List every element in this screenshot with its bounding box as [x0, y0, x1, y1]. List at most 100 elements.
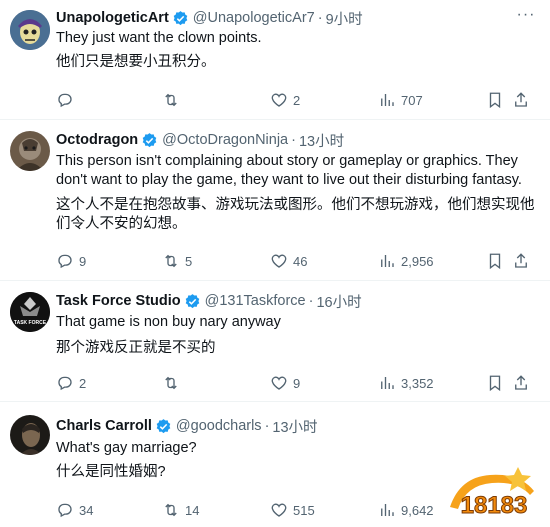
view-count: 3,352 [401, 375, 434, 391]
retweet-count: 14 [185, 502, 200, 518]
reply-count: 9 [79, 253, 87, 269]
author-name[interactable]: Charls Carroll [56, 418, 152, 434]
bookmark-button[interactable] [486, 371, 504, 395]
like-count: 9 [293, 375, 301, 391]
reply-icon [58, 503, 72, 518]
retweet-button[interactable] [162, 371, 185, 395]
author-name[interactable]: Task Force Studio [56, 293, 181, 309]
author-handle[interactable]: @UnapologeticAr7 [193, 10, 315, 26]
taskforce-avatar-icon: TASK FORCE [10, 292, 50, 332]
retweet-icon [165, 376, 177, 390]
tweet-text: This person isn't complaining about stor… [56, 153, 522, 188]
author-name[interactable]: UnapologeticArt [56, 10, 169, 26]
like-icon [271, 254, 287, 268]
retweet-button[interactable] [162, 88, 185, 112]
skeletor-avatar-icon [10, 10, 50, 50]
like-button[interactable]: 2 [270, 88, 300, 112]
tweet-translation: 那个游戏反正就是不买的 [56, 340, 216, 356]
action-bar: 2 707 [48, 88, 527, 112]
like-button[interactable]: 515 [270, 498, 315, 522]
retweet-button[interactable]: 5 [162, 249, 192, 273]
views-icon [381, 504, 394, 516]
reply-icon [58, 376, 72, 391]
retweet-icon [165, 254, 177, 268]
views-button[interactable]: 3,352 [378, 371, 434, 395]
timestamp[interactable]: 9小时 [326, 8, 363, 29]
retweet-icon [165, 503, 177, 517]
octodragon-avatar-icon [10, 131, 50, 171]
avatar[interactable]: TASK FORCE [10, 292, 50, 332]
bookmark-button[interactable] [486, 88, 504, 112]
like-icon [271, 376, 287, 390]
avatar[interactable] [10, 415, 50, 455]
share-icon [515, 375, 527, 390]
author-handle[interactable]: @OctoDragonNinja [162, 132, 288, 148]
tweet-text: They just want the clown points. [56, 30, 262, 46]
tweet-translation: 他们只是想要小丑积分。 [56, 54, 216, 70]
charls-avatar-icon [10, 415, 50, 455]
verified-icon [173, 10, 188, 25]
like-button[interactable]: 9 [270, 371, 300, 395]
avatar[interactable] [10, 131, 50, 171]
views-icon [381, 94, 394, 106]
watermark-text: 18183 [461, 492, 528, 519]
like-icon [271, 503, 287, 517]
reply-button[interactable]: 9 [56, 249, 86, 273]
tweet-header: Octodragon @OctoDragonNinja · 13小时 [56, 130, 344, 150]
taskforce-avatar-label: TASK FORCE [14, 320, 47, 326]
share-button[interactable] [512, 371, 530, 395]
timestamp[interactable]: 13小时 [272, 416, 317, 437]
reply-icon [58, 254, 72, 269]
timestamp[interactable]: 16小时 [316, 291, 361, 312]
retweet-button[interactable]: 14 [162, 498, 199, 522]
bookmark-button[interactable] [486, 249, 504, 273]
view-count: 9,642 [401, 502, 434, 518]
share-icon [515, 92, 527, 107]
verified-icon [142, 132, 157, 147]
reply-count: 2 [79, 375, 87, 391]
like-count: 515 [293, 502, 315, 518]
tweet-octodragon[interactable]: Octodragon @OctoDragonNinja · 13小时 This … [0, 121, 550, 281]
action-bar: 2 9 3,352 [48, 371, 527, 395]
separator-dot: · [317, 10, 323, 26]
tweet-header: UnapologeticArt @UnapologeticAr7 · 9小时 [56, 8, 363, 28]
reply-count: 34 [79, 502, 94, 518]
share-button[interactable] [512, 88, 530, 112]
tweet-header: Charls Carroll @goodcharls · 13小时 [56, 416, 318, 436]
more-icon[interactable]: ··· [516, 7, 536, 28]
tweet-unapologeticart[interactable]: UnapologeticArt @UnapologeticAr7 · 9小时 ·… [0, 0, 550, 120]
reply-button[interactable]: 34 [56, 498, 93, 522]
watermark-logo: 18183 [450, 467, 534, 520]
bookmark-icon [489, 375, 501, 392]
like-icon [271, 93, 287, 107]
separator-dot: · [291, 132, 296, 148]
share-icon [515, 253, 527, 268]
retweet-count: 5 [185, 253, 193, 269]
like-count: 2 [293, 92, 301, 108]
like-button[interactable]: 46 [270, 249, 307, 273]
action-bar: 9 5 46 2,956 [48, 249, 527, 273]
tweet-translation: 这个人不是在抱怨故事、游戏玩法或图形。他们不想玩游戏，他们想实现他们令人不安的幻… [56, 197, 535, 232]
retweet-icon [165, 93, 177, 107]
view-count: 707 [401, 92, 423, 108]
bookmark-icon [489, 253, 501, 270]
author-handle[interactable]: @goodcharls [176, 418, 262, 434]
avatar[interactable] [10, 10, 50, 50]
verified-icon [185, 293, 199, 308]
bookmark-icon [489, 92, 501, 109]
view-count: 2,956 [401, 253, 434, 269]
tweet-text: That game is non buy nary anyway [56, 314, 281, 330]
reply-button[interactable] [56, 88, 79, 112]
tweet-taskforce[interactable]: TASK FORCE Task Force Studio @131Taskfor… [0, 282, 550, 402]
views-icon [381, 377, 394, 389]
views-button[interactable]: 9,642 [378, 498, 434, 522]
author-handle[interactable]: @131Taskforce [205, 293, 306, 309]
timestamp[interactable]: 13小时 [299, 130, 344, 151]
views-button[interactable]: 2,956 [378, 249, 434, 273]
share-button[interactable] [512, 249, 530, 273]
like-count: 46 [293, 253, 308, 269]
author-name[interactable]: Octodragon [56, 132, 138, 148]
separator-dot: · [308, 293, 314, 309]
reply-button[interactable]: 2 [56, 371, 86, 395]
views-button[interactable]: 707 [378, 88, 423, 112]
